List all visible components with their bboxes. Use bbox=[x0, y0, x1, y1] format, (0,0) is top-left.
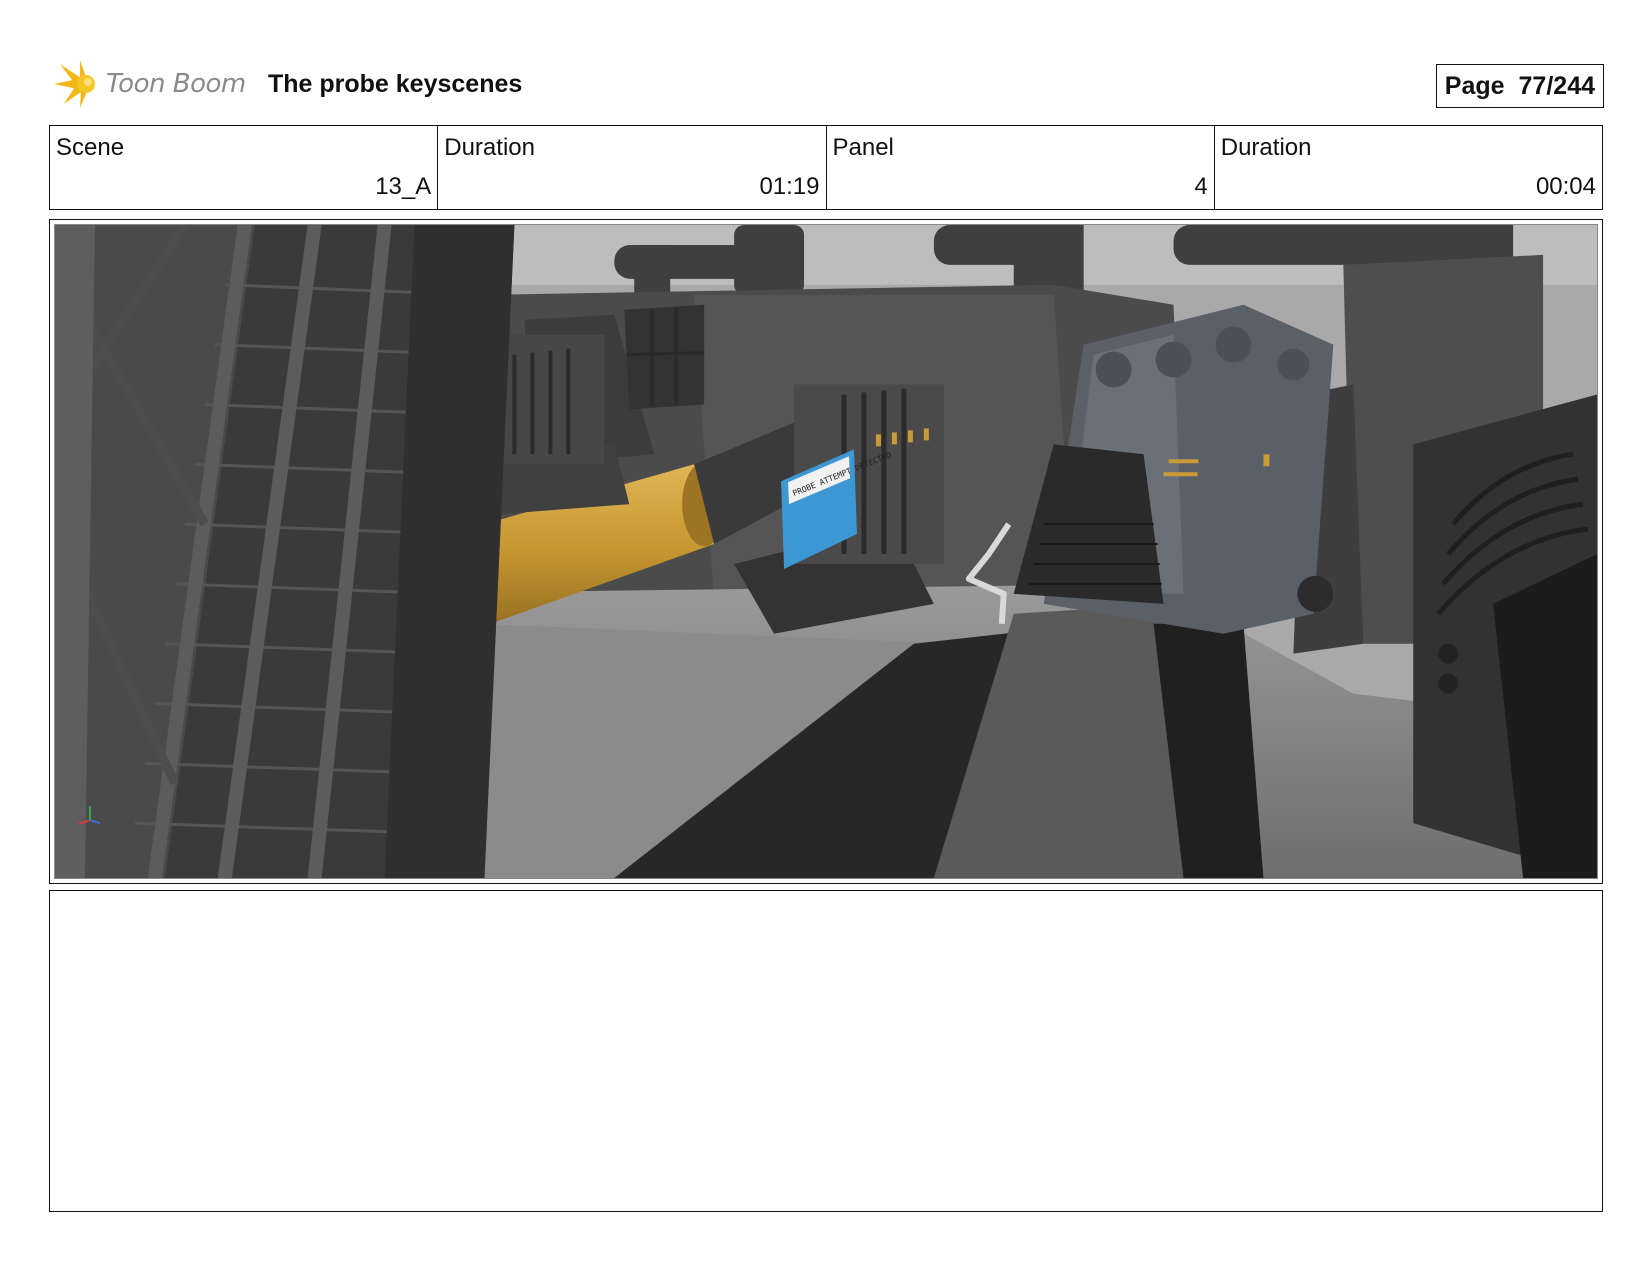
panel-image: PROBE ATTEMPT DETECTED bbox=[54, 224, 1598, 879]
scene-duration-label: Duration bbox=[444, 134, 535, 161]
panel-notes bbox=[49, 890, 1603, 1212]
page-label: Page bbox=[1444, 71, 1505, 100]
toon-boom-logo: Toon Boom bbox=[52, 58, 246, 110]
panel-duration-cell: Duration 00:04 bbox=[1215, 126, 1602, 209]
scene-duration-value: 01:19 bbox=[759, 173, 820, 200]
brand-name: Toon Boom bbox=[106, 69, 246, 99]
panel-duration-value: 00:04 bbox=[1535, 173, 1596, 200]
panel-label: Panel bbox=[832, 134, 894, 161]
page-number: 77/244 bbox=[1518, 71, 1595, 100]
truss-tower bbox=[55, 225, 515, 878]
panel-value: 4 bbox=[1194, 173, 1208, 200]
scene-label: Scene bbox=[56, 134, 125, 161]
scene-value: 13_A bbox=[375, 173, 432, 200]
panel-duration-label: Duration bbox=[1220, 134, 1312, 161]
scene-cell: Scene 13_A bbox=[50, 126, 439, 209]
page-header: Toon Boom The probe keyscenes Page 77/24… bbox=[52, 58, 1604, 110]
storyboard-panel: PROBE ATTEMPT DETECTED bbox=[49, 219, 1603, 884]
scene-info-table: Scene 13_A Duration 01:19 Panel 4 Durati… bbox=[49, 125, 1603, 210]
scene-duration-cell: Duration 01:19 bbox=[438, 126, 827, 209]
page-counter: Page 77/244 bbox=[1435, 64, 1604, 108]
panel-cell: Panel 4 bbox=[827, 126, 1215, 209]
document-title: The probe keyscenes bbox=[268, 70, 523, 98]
starburst-icon bbox=[54, 60, 95, 108]
industrial-scene-render: PROBE ATTEMPT DETECTED bbox=[55, 225, 1597, 878]
